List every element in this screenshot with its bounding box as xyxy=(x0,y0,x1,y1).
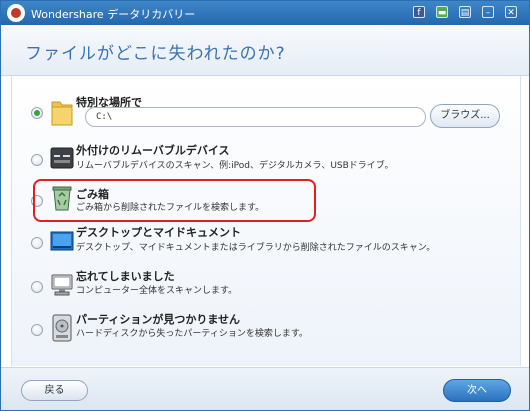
option-desktop-documents[interactable]: デスクトップとマイドキュメント デスクトップ、マイドキュメントまたはライブラリか… xyxy=(12,224,520,264)
back-button[interactable]: 戻る xyxy=(21,380,88,401)
radio-removable-device[interactable] xyxy=(31,154,43,166)
option-title: パーティションが見つかりません xyxy=(76,313,241,326)
option-removable-device[interactable]: 外付けのリムーバブルデバイス リムーバブルデバイスのスキャン、例:iPod、デジ… xyxy=(12,141,520,181)
facebook-icon[interactable]: f xyxy=(413,6,425,18)
folder-icon xyxy=(50,98,74,126)
path-input[interactable]: C:\ xyxy=(85,107,426,127)
browse-button[interactable]: ブラウズ... xyxy=(430,104,500,128)
page-title: ファイルがどこに失われたのか? xyxy=(25,44,286,64)
computer-icon xyxy=(50,273,74,297)
recycle-bin-highlight xyxy=(33,179,316,222)
option-specific-location[interactable]: 特別な場所で C:\ ブラウズ... xyxy=(12,94,520,146)
option-description: コンピューター全体をスキャンします。 xyxy=(76,286,238,296)
radio-lost-partition[interactable] xyxy=(31,324,43,336)
next-button[interactable]: 次へ xyxy=(443,379,511,402)
option-title: デスクトップとマイドキュメント xyxy=(76,226,241,239)
desktop-icon xyxy=(50,230,74,254)
settings-icon[interactable]: ▤ xyxy=(459,6,471,18)
usb-device-icon xyxy=(50,147,74,171)
option-description: ハードディスクから失ったパーティションを検索します。 xyxy=(76,329,308,339)
footer: 戻る 次へ xyxy=(1,367,529,410)
option-description: デスクトップ、マイドキュメントまたはライブラリから削除されたファイルのスキャン。 xyxy=(76,243,436,253)
feedback-icon[interactable]: ▬ xyxy=(436,6,448,18)
minimize-icon[interactable]: – xyxy=(482,6,494,18)
app-title: Wondershare データリカバリー xyxy=(31,8,196,21)
title-bar: Wondershare データリカバリー f ▬ ▤ – ✕ xyxy=(1,1,529,25)
close-icon[interactable]: ✕ xyxy=(505,6,517,18)
option-description: リムーバブルデバイスのスキャン、例:iPod、デジタルカメラ、USBドライブ。 xyxy=(76,161,394,171)
radio-forgot[interactable] xyxy=(31,281,43,293)
app-window: Wondershare データリカバリー f ▬ ▤ – ✕ ファイルがどこに失… xyxy=(0,0,530,411)
option-lost-partition[interactable]: パーティションが見つかりません ハードディスクから失ったパーティションを検索しま… xyxy=(12,311,520,351)
radio-specific-location[interactable] xyxy=(31,107,43,119)
app-logo-icon xyxy=(7,4,25,22)
option-title: 忘れてしまいました xyxy=(76,270,175,283)
option-title: 外付けのリムーバブルデバイス xyxy=(76,144,230,157)
page-header: ファイルがどこに失われたのか? xyxy=(1,25,529,76)
option-forgot[interactable]: 忘れてしまいました コンピューター全体をスキャンします。 xyxy=(12,268,520,308)
hard-disk-icon xyxy=(50,314,74,342)
radio-desktop-documents[interactable] xyxy=(31,237,43,249)
